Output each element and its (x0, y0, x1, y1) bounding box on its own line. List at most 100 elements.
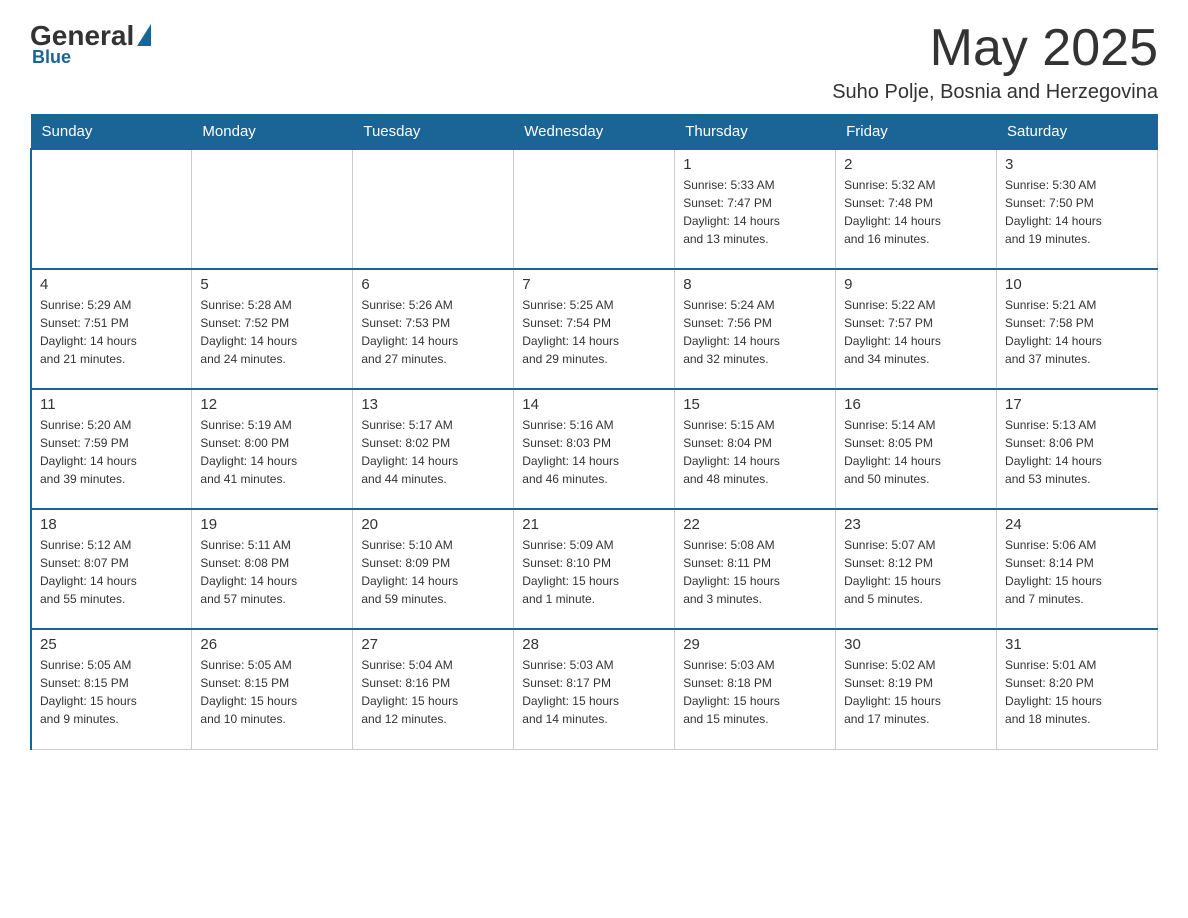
day-number: 30 (844, 636, 988, 653)
day-number: 1 (683, 156, 827, 173)
calendar-cell: 12Sunrise: 5:19 AMSunset: 8:00 PMDayligh… (192, 389, 353, 509)
day-info: Sunrise: 5:14 AMSunset: 8:05 PMDaylight:… (844, 416, 988, 488)
calendar-cell (31, 149, 192, 269)
calendar-cell (192, 149, 353, 269)
day-info: Sunrise: 5:03 AMSunset: 8:17 PMDaylight:… (522, 656, 666, 728)
day-number: 17 (1005, 396, 1149, 413)
day-info: Sunrise: 5:33 AMSunset: 7:47 PMDaylight:… (683, 176, 827, 248)
day-info: Sunrise: 5:12 AMSunset: 8:07 PMDaylight:… (40, 536, 183, 608)
calendar-cell: 17 Sunrise: 5:13 AMSunset: 8:06 PMDayligh… (997, 389, 1158, 509)
day-info: Sunrise: 5:28 AMSunset: 7:52 PMDaylight:… (200, 296, 344, 368)
day-info: Sunrise: 5:30 AMSunset: 7:50 PMDaylight:… (1005, 176, 1149, 248)
day-number: 27 (361, 636, 505, 653)
day-info: Sunrise: 5:32 AMSunset: 7:48 PMDaylight:… (844, 176, 988, 248)
weekday-header-sunday: Sunday (31, 115, 192, 150)
day-info: Sunrise: 5:08 AMSunset: 8:11 PMDaylight:… (683, 536, 827, 608)
calendar-table: SundayMondayTuesdayWednesdayThursdayFrid… (30, 114, 1158, 750)
day-number: 8 (683, 276, 827, 293)
logo-triangle-icon (137, 24, 151, 46)
calendar-cell: 13Sunrise: 5:17 AMSunset: 8:02 PMDayligh… (353, 389, 514, 509)
day-number: 26 (200, 636, 344, 653)
calendar-cell: 14 Sunrise: 5:16 AMSunset: 8:03 PMDayligh… (514, 389, 675, 509)
day-number: 20 (361, 516, 505, 533)
calendar-cell: 27Sunrise: 5:04 AMSunset: 8:16 PMDayligh… (353, 629, 514, 749)
day-number: 14 (522, 396, 666, 413)
day-info: Sunrise: 5:13 AMSunset: 8:06 PMDaylight:… (1005, 416, 1149, 488)
day-number: 24 (1005, 516, 1149, 533)
calendar-cell: 20 Sunrise: 5:10 AMSunset: 8:09 PMDayligh… (353, 509, 514, 629)
day-info: Sunrise: 5:25 AMSunset: 7:54 PMDaylight:… (522, 296, 666, 368)
calendar-week-row: 4 Sunrise: 5:29 AMSunset: 7:51 PMDaylight… (31, 269, 1158, 389)
day-number: 25 (40, 636, 183, 653)
calendar-cell: 16 Sunrise: 5:14 AMSunset: 8:05 PMDayligh… (836, 389, 997, 509)
calendar-cell: 15Sunrise: 5:15 AMSunset: 8:04 PMDayligh… (675, 389, 836, 509)
weekday-header-saturday: Saturday (997, 115, 1158, 150)
calendar-cell: 22 Sunrise: 5:08 AMSunset: 8:11 PMDayligh… (675, 509, 836, 629)
calendar-cell: 2 Sunrise: 5:32 AMSunset: 7:48 PMDaylight… (836, 149, 997, 269)
day-info: Sunrise: 5:03 AMSunset: 8:18 PMDaylight:… (683, 656, 827, 728)
day-info: Sunrise: 5:20 AMSunset: 7:59 PMDaylight:… (40, 416, 183, 488)
calendar-body: 1 Sunrise: 5:33 AMSunset: 7:47 PMDaylight… (31, 149, 1158, 749)
weekday-header-friday: Friday (836, 115, 997, 150)
month-title: May 2025 (832, 20, 1158, 77)
day-number: 13 (361, 396, 505, 413)
day-number: 21 (522, 516, 666, 533)
day-number: 31 (1005, 636, 1149, 653)
calendar-header: SundayMondayTuesdayWednesdayThursdayFrid… (31, 115, 1158, 150)
day-info: Sunrise: 5:02 AMSunset: 8:19 PMDaylight:… (844, 656, 988, 728)
day-info: Sunrise: 5:09 AMSunset: 8:10 PMDaylight:… (522, 536, 666, 608)
day-number: 5 (200, 276, 344, 293)
day-number: 10 (1005, 276, 1149, 293)
title-area: May 2025 Suho Polje, Bosnia and Herzegov… (832, 20, 1158, 104)
calendar-week-row: 11Sunrise: 5:20 AMSunset: 7:59 PMDayligh… (31, 389, 1158, 509)
calendar-cell (353, 149, 514, 269)
location-text: Suho Polje, Bosnia and Herzegovina (832, 81, 1158, 104)
day-info: Sunrise: 5:11 AMSunset: 8:08 PMDaylight:… (200, 536, 344, 608)
day-number: 12 (200, 396, 344, 413)
day-number: 29 (683, 636, 827, 653)
weekday-header-tuesday: Tuesday (353, 115, 514, 150)
logo-blue-text: Blue (32, 47, 71, 68)
calendar-cell: 9Sunrise: 5:22 AMSunset: 7:57 PMDaylight… (836, 269, 997, 389)
day-number: 22 (683, 516, 827, 533)
calendar-cell: 18 Sunrise: 5:12 AMSunset: 8:07 PMDayligh… (31, 509, 192, 629)
calendar-cell: 26 Sunrise: 5:05 AMSunset: 8:15 PMDayligh… (192, 629, 353, 749)
day-info: Sunrise: 5:05 AMSunset: 8:15 PMDaylight:… (200, 656, 344, 728)
day-info: Sunrise: 5:16 AMSunset: 8:03 PMDaylight:… (522, 416, 666, 488)
day-number: 15 (683, 396, 827, 413)
weekday-header-row: SundayMondayTuesdayWednesdayThursdayFrid… (31, 115, 1158, 150)
day-number: 23 (844, 516, 988, 533)
calendar-cell: 29 Sunrise: 5:03 AMSunset: 8:18 PMDayligh… (675, 629, 836, 749)
weekday-header-monday: Monday (192, 115, 353, 150)
day-number: 16 (844, 396, 988, 413)
calendar-cell: 6Sunrise: 5:26 AMSunset: 7:53 PMDaylight… (353, 269, 514, 389)
day-number: 3 (1005, 156, 1149, 173)
calendar-cell (514, 149, 675, 269)
day-number: 2 (844, 156, 988, 173)
calendar-cell: 4 Sunrise: 5:29 AMSunset: 7:51 PMDaylight… (31, 269, 192, 389)
calendar-cell: 11Sunrise: 5:20 AMSunset: 7:59 PMDayligh… (31, 389, 192, 509)
calendar-cell: 3 Sunrise: 5:30 AMSunset: 7:50 PMDaylight… (997, 149, 1158, 269)
day-number: 19 (200, 516, 344, 533)
logo: General Blue (30, 20, 151, 68)
calendar-cell: 31Sunrise: 5:01 AMSunset: 8:20 PMDayligh… (997, 629, 1158, 749)
calendar-cell: 7Sunrise: 5:25 AMSunset: 7:54 PMDaylight… (514, 269, 675, 389)
calendar-cell: 8 Sunrise: 5:24 AMSunset: 7:56 PMDaylight… (675, 269, 836, 389)
calendar-week-row: 25 Sunrise: 5:05 AMSunset: 8:15 PMDayligh… (31, 629, 1158, 749)
day-number: 4 (40, 276, 183, 293)
calendar-cell: 30 Sunrise: 5:02 AMSunset: 8:19 PMDayligh… (836, 629, 997, 749)
calendar-cell: 5 Sunrise: 5:28 AMSunset: 7:52 PMDaylight… (192, 269, 353, 389)
weekday-header-thursday: Thursday (675, 115, 836, 150)
calendar-cell: 25Sunrise: 5:05 AMSunset: 8:15 PMDayligh… (31, 629, 192, 749)
calendar-week-row: 1 Sunrise: 5:33 AMSunset: 7:47 PMDaylight… (31, 149, 1158, 269)
calendar-cell: 19 Sunrise: 5:11 AMSunset: 8:08 PMDayligh… (192, 509, 353, 629)
day-number: 28 (522, 636, 666, 653)
day-number: 18 (40, 516, 183, 533)
page-header: General Blue May 2025 Suho Polje, Bosnia… (30, 20, 1158, 104)
calendar-cell: 10Sunrise: 5:21 AMSunset: 7:58 PMDayligh… (997, 269, 1158, 389)
day-info: Sunrise: 5:24 AMSunset: 7:56 PMDaylight:… (683, 296, 827, 368)
day-info: Sunrise: 5:29 AMSunset: 7:51 PMDaylight:… (40, 296, 183, 368)
weekday-header-wednesday: Wednesday (514, 115, 675, 150)
day-info: Sunrise: 5:10 AMSunset: 8:09 PMDaylight:… (361, 536, 505, 608)
calendar-cell: 24Sunrise: 5:06 AMSunset: 8:14 PMDayligh… (997, 509, 1158, 629)
